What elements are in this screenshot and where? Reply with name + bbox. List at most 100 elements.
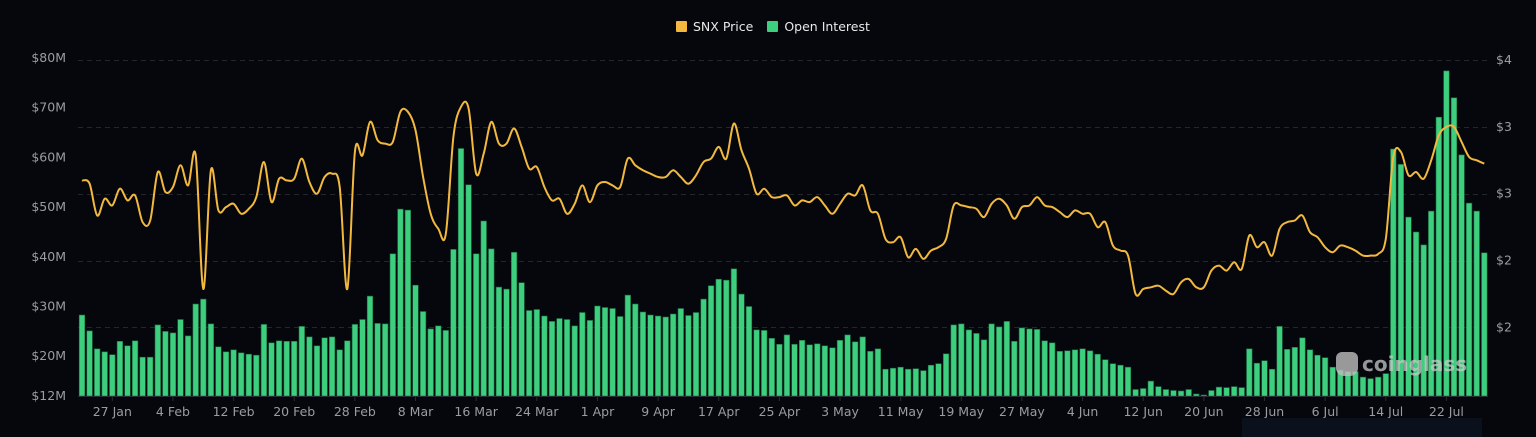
open-interest-bar bbox=[1473, 210, 1480, 397]
x-axis-tick-label: 20 Feb bbox=[273, 404, 315, 419]
open-interest-bar bbox=[185, 335, 192, 397]
open-interest-bar bbox=[692, 312, 700, 397]
left-axis-tick-label: $30M bbox=[31, 299, 66, 314]
open-interest-bar bbox=[260, 324, 268, 397]
open-interest-bar bbox=[738, 293, 745, 397]
open-interest-bar bbox=[965, 329, 972, 397]
open-interest-bar bbox=[169, 332, 177, 397]
open-interest-bar bbox=[200, 298, 207, 397]
open-interest-bar bbox=[942, 353, 950, 397]
x-axis-tick-label: 20 Jun bbox=[1184, 404, 1223, 419]
open-interest-bar bbox=[253, 354, 260, 397]
open-interest-bar bbox=[829, 347, 836, 397]
x-axis-tick-label: 12 Jun bbox=[1123, 404, 1162, 419]
open-interest-bar bbox=[988, 323, 995, 397]
open-interest-bar bbox=[836, 339, 844, 397]
open-interest-bar bbox=[882, 368, 889, 397]
open-interest-bar bbox=[639, 311, 646, 397]
open-interest-bar bbox=[685, 315, 692, 397]
open-interest-bar bbox=[1322, 357, 1329, 397]
open-interest-bar bbox=[132, 340, 139, 397]
open-interest-bar bbox=[783, 334, 790, 397]
open-interest-bar bbox=[859, 336, 866, 397]
open-interest-bar bbox=[1094, 353, 1101, 397]
legend-item-open-interest[interactable]: Open Interest bbox=[767, 19, 870, 34]
open-interest-bar bbox=[912, 368, 919, 397]
x-axis-tick-label: 1 Apr bbox=[581, 404, 615, 419]
open-interest-bar bbox=[374, 323, 381, 397]
open-interest-bar bbox=[1276, 326, 1283, 397]
x-axis-labels: 27 Jan 4 Feb 12 Feb 20 Feb 28 Feb 8 Mar 16 Mar… bbox=[93, 396, 1464, 419]
open-interest-bar bbox=[268, 342, 275, 397]
x-axis-tick-label: 12 Feb bbox=[213, 404, 255, 419]
open-interest-bar bbox=[662, 316, 669, 397]
snx-price-line bbox=[81, 100, 1485, 297]
open-interest-bar bbox=[1109, 363, 1116, 397]
right-axis-tick-label: $2 bbox=[1496, 319, 1512, 334]
open-interest-bar bbox=[1140, 388, 1147, 397]
open-interest-bar bbox=[283, 340, 290, 397]
right-axis-tick-label: $4 bbox=[1496, 52, 1512, 67]
open-interest-bar bbox=[313, 345, 321, 397]
open-interest-bar bbox=[548, 321, 556, 397]
open-interest-bar bbox=[351, 324, 359, 397]
open-interest-bar bbox=[1185, 389, 1192, 397]
open-interest-bar bbox=[473, 253, 480, 397]
legend-item-snx-price[interactable]: SNX Price bbox=[676, 19, 753, 34]
open-interest-bar bbox=[814, 343, 821, 397]
x-axis-tick-label: 14 Jul bbox=[1368, 404, 1403, 419]
x-axis-tick-label: 27 May bbox=[999, 404, 1045, 419]
open-interest-bar bbox=[867, 350, 874, 397]
x-axis-tick-label: 24 Mar bbox=[515, 404, 559, 419]
open-interest-bar bbox=[776, 343, 783, 397]
open-interest-bar bbox=[1246, 348, 1253, 397]
open-interest-bar bbox=[1291, 346, 1298, 397]
open-interest-bar bbox=[806, 344, 813, 397]
open-interest-bar bbox=[654, 315, 662, 397]
coinglass-logo-icon bbox=[1336, 352, 1358, 376]
open-interest-bar bbox=[488, 248, 495, 397]
open-interest-bar bbox=[1041, 340, 1048, 397]
open-interest-bar bbox=[571, 325, 578, 397]
open-interest-bar bbox=[950, 324, 957, 397]
open-interest-bar bbox=[541, 315, 548, 397]
open-interest-bar bbox=[723, 279, 730, 397]
open-interest-bar bbox=[480, 220, 487, 397]
open-interest-bar bbox=[162, 331, 169, 397]
open-interest-bar bbox=[745, 306, 753, 397]
open-interest-bar bbox=[465, 184, 472, 397]
open-interest-bar bbox=[1132, 389, 1139, 397]
open-interest-bar bbox=[1071, 349, 1079, 397]
open-interest-bar bbox=[344, 340, 351, 397]
open-interest-bar bbox=[359, 319, 366, 397]
open-interest-bar bbox=[761, 330, 768, 397]
open-interest-bar bbox=[1178, 390, 1185, 397]
open-interest-bar bbox=[1215, 386, 1223, 397]
open-interest-bar bbox=[1124, 366, 1132, 397]
open-interest-bar bbox=[86, 330, 93, 397]
open-interest-bar bbox=[1299, 337, 1306, 397]
open-interest-swatch-icon bbox=[767, 21, 779, 32]
open-interest-bar bbox=[207, 323, 215, 397]
open-interest-bar bbox=[1064, 350, 1071, 397]
open-interest-bar bbox=[435, 325, 442, 397]
open-interest-bars bbox=[78, 70, 1488, 397]
open-interest-bar bbox=[844, 334, 851, 397]
open-interest-bar bbox=[1375, 376, 1382, 397]
left-axis-tick-label: $80M bbox=[31, 50, 66, 65]
open-interest-bar bbox=[601, 307, 609, 397]
open-interest-bar bbox=[821, 345, 828, 397]
open-interest-bar bbox=[730, 268, 737, 397]
open-interest-bar bbox=[1223, 387, 1230, 397]
open-interest-bar bbox=[624, 294, 631, 397]
x-axis-tick-label: 16 Mar bbox=[454, 404, 498, 419]
left-axis-labels: $80M $70M $60M $50M $40M $30M $20M $12M bbox=[31, 50, 66, 403]
right-axis-labels: $4 $3 $3 $2 $2 bbox=[1496, 52, 1512, 334]
open-interest-bar bbox=[586, 320, 593, 397]
open-interest-bar bbox=[1481, 252, 1488, 397]
coinglass-watermark: coinglass bbox=[1336, 352, 1467, 376]
data-zoom-slider[interactable] bbox=[1242, 418, 1482, 437]
open-interest-bar bbox=[526, 310, 533, 397]
right-axis-tick-label: $2 bbox=[1496, 253, 1512, 268]
open-interest-bar bbox=[124, 345, 131, 397]
